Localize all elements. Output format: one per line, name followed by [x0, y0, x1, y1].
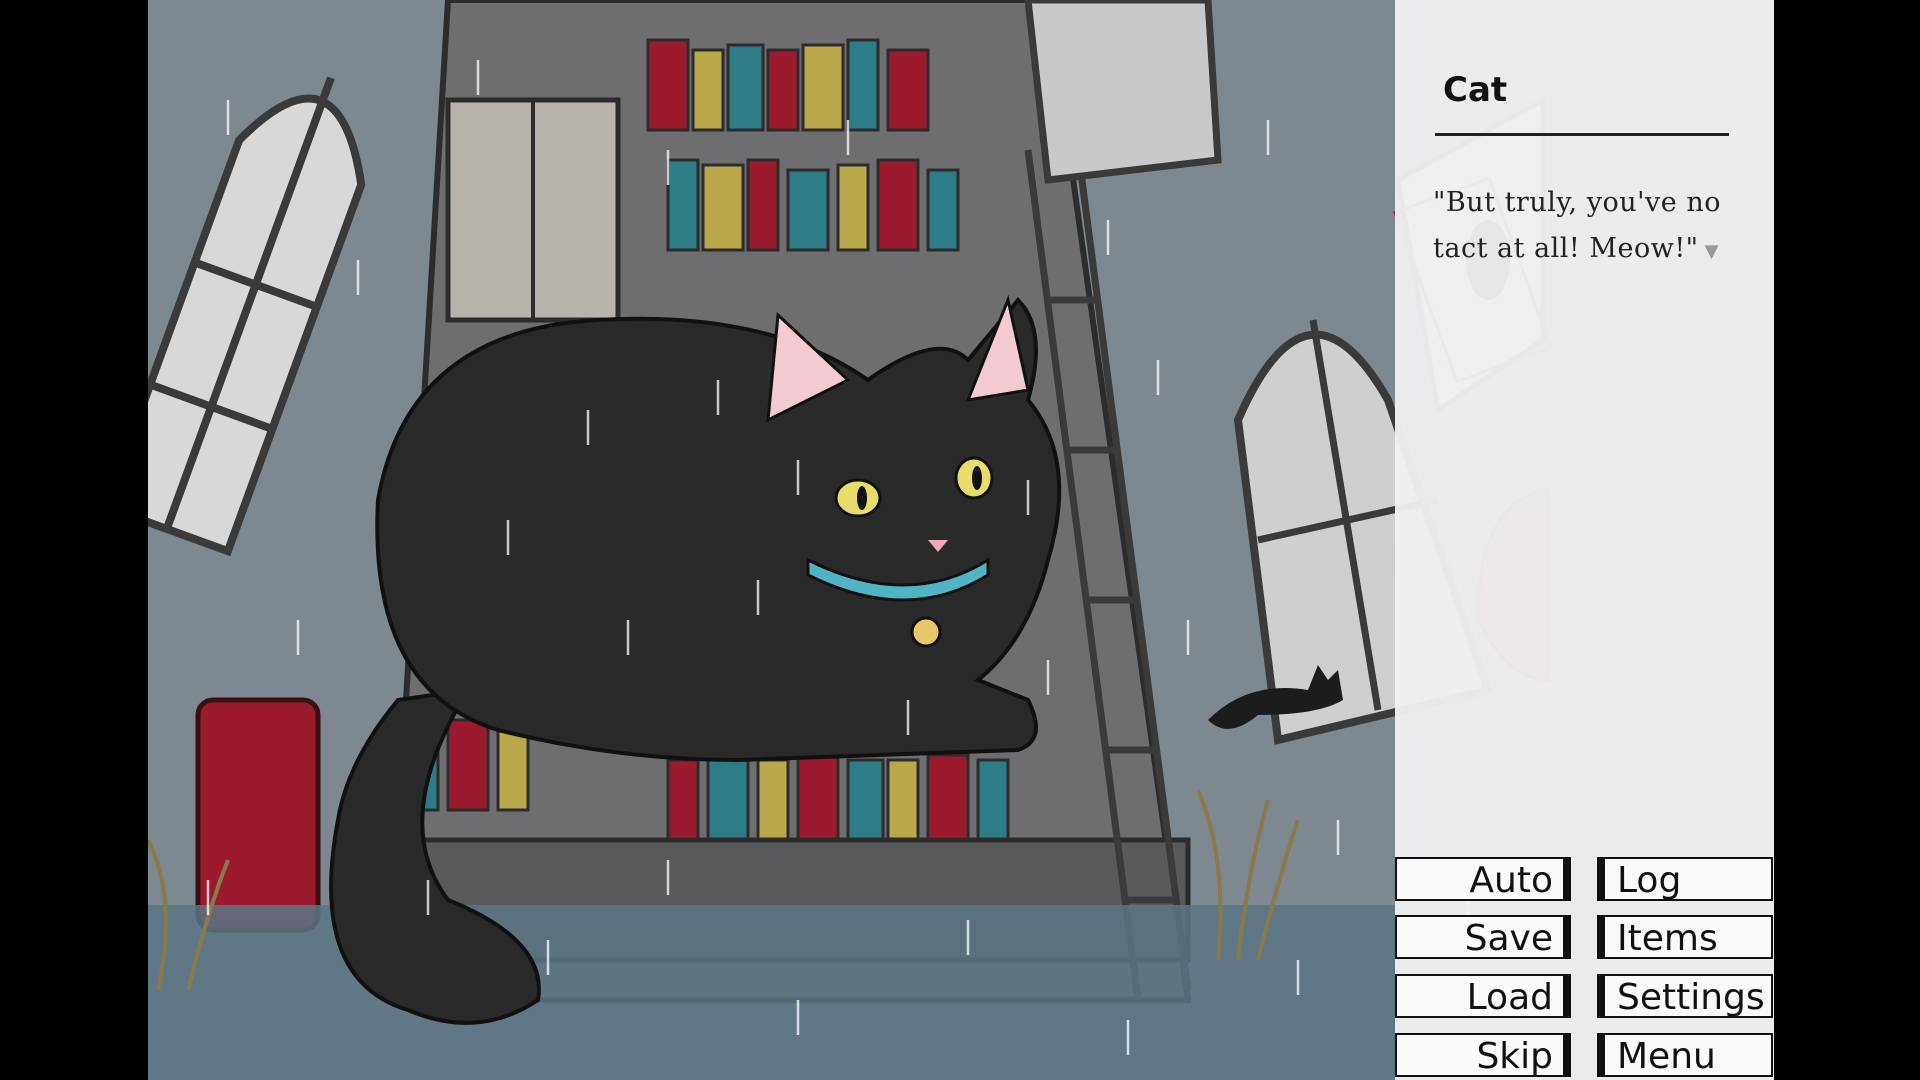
log-button[interactable]: Log	[1597, 857, 1773, 901]
settings-button[interactable]: Settings	[1597, 974, 1773, 1018]
save-button[interactable]: Save	[1395, 915, 1571, 959]
name-divider	[1435, 133, 1729, 136]
menu-button[interactable]: Menu	[1597, 1033, 1773, 1077]
dialog-line: "But truly, you've no tact at all! Meow!…	[1433, 187, 1721, 264]
speaker-name: Cat	[1443, 70, 1507, 110]
top-window	[1028, 0, 1218, 180]
skip-button[interactable]: Skip	[1395, 1033, 1571, 1077]
dialog-text[interactable]: "But truly, you've no tact at all! Meow!…	[1433, 180, 1763, 275]
continue-arrow-icon[interactable]: ▼	[1705, 241, 1719, 262]
auto-button[interactable]: Auto	[1395, 857, 1571, 901]
load-button[interactable]: Load	[1395, 974, 1571, 1018]
items-button[interactable]: Items	[1597, 915, 1773, 959]
